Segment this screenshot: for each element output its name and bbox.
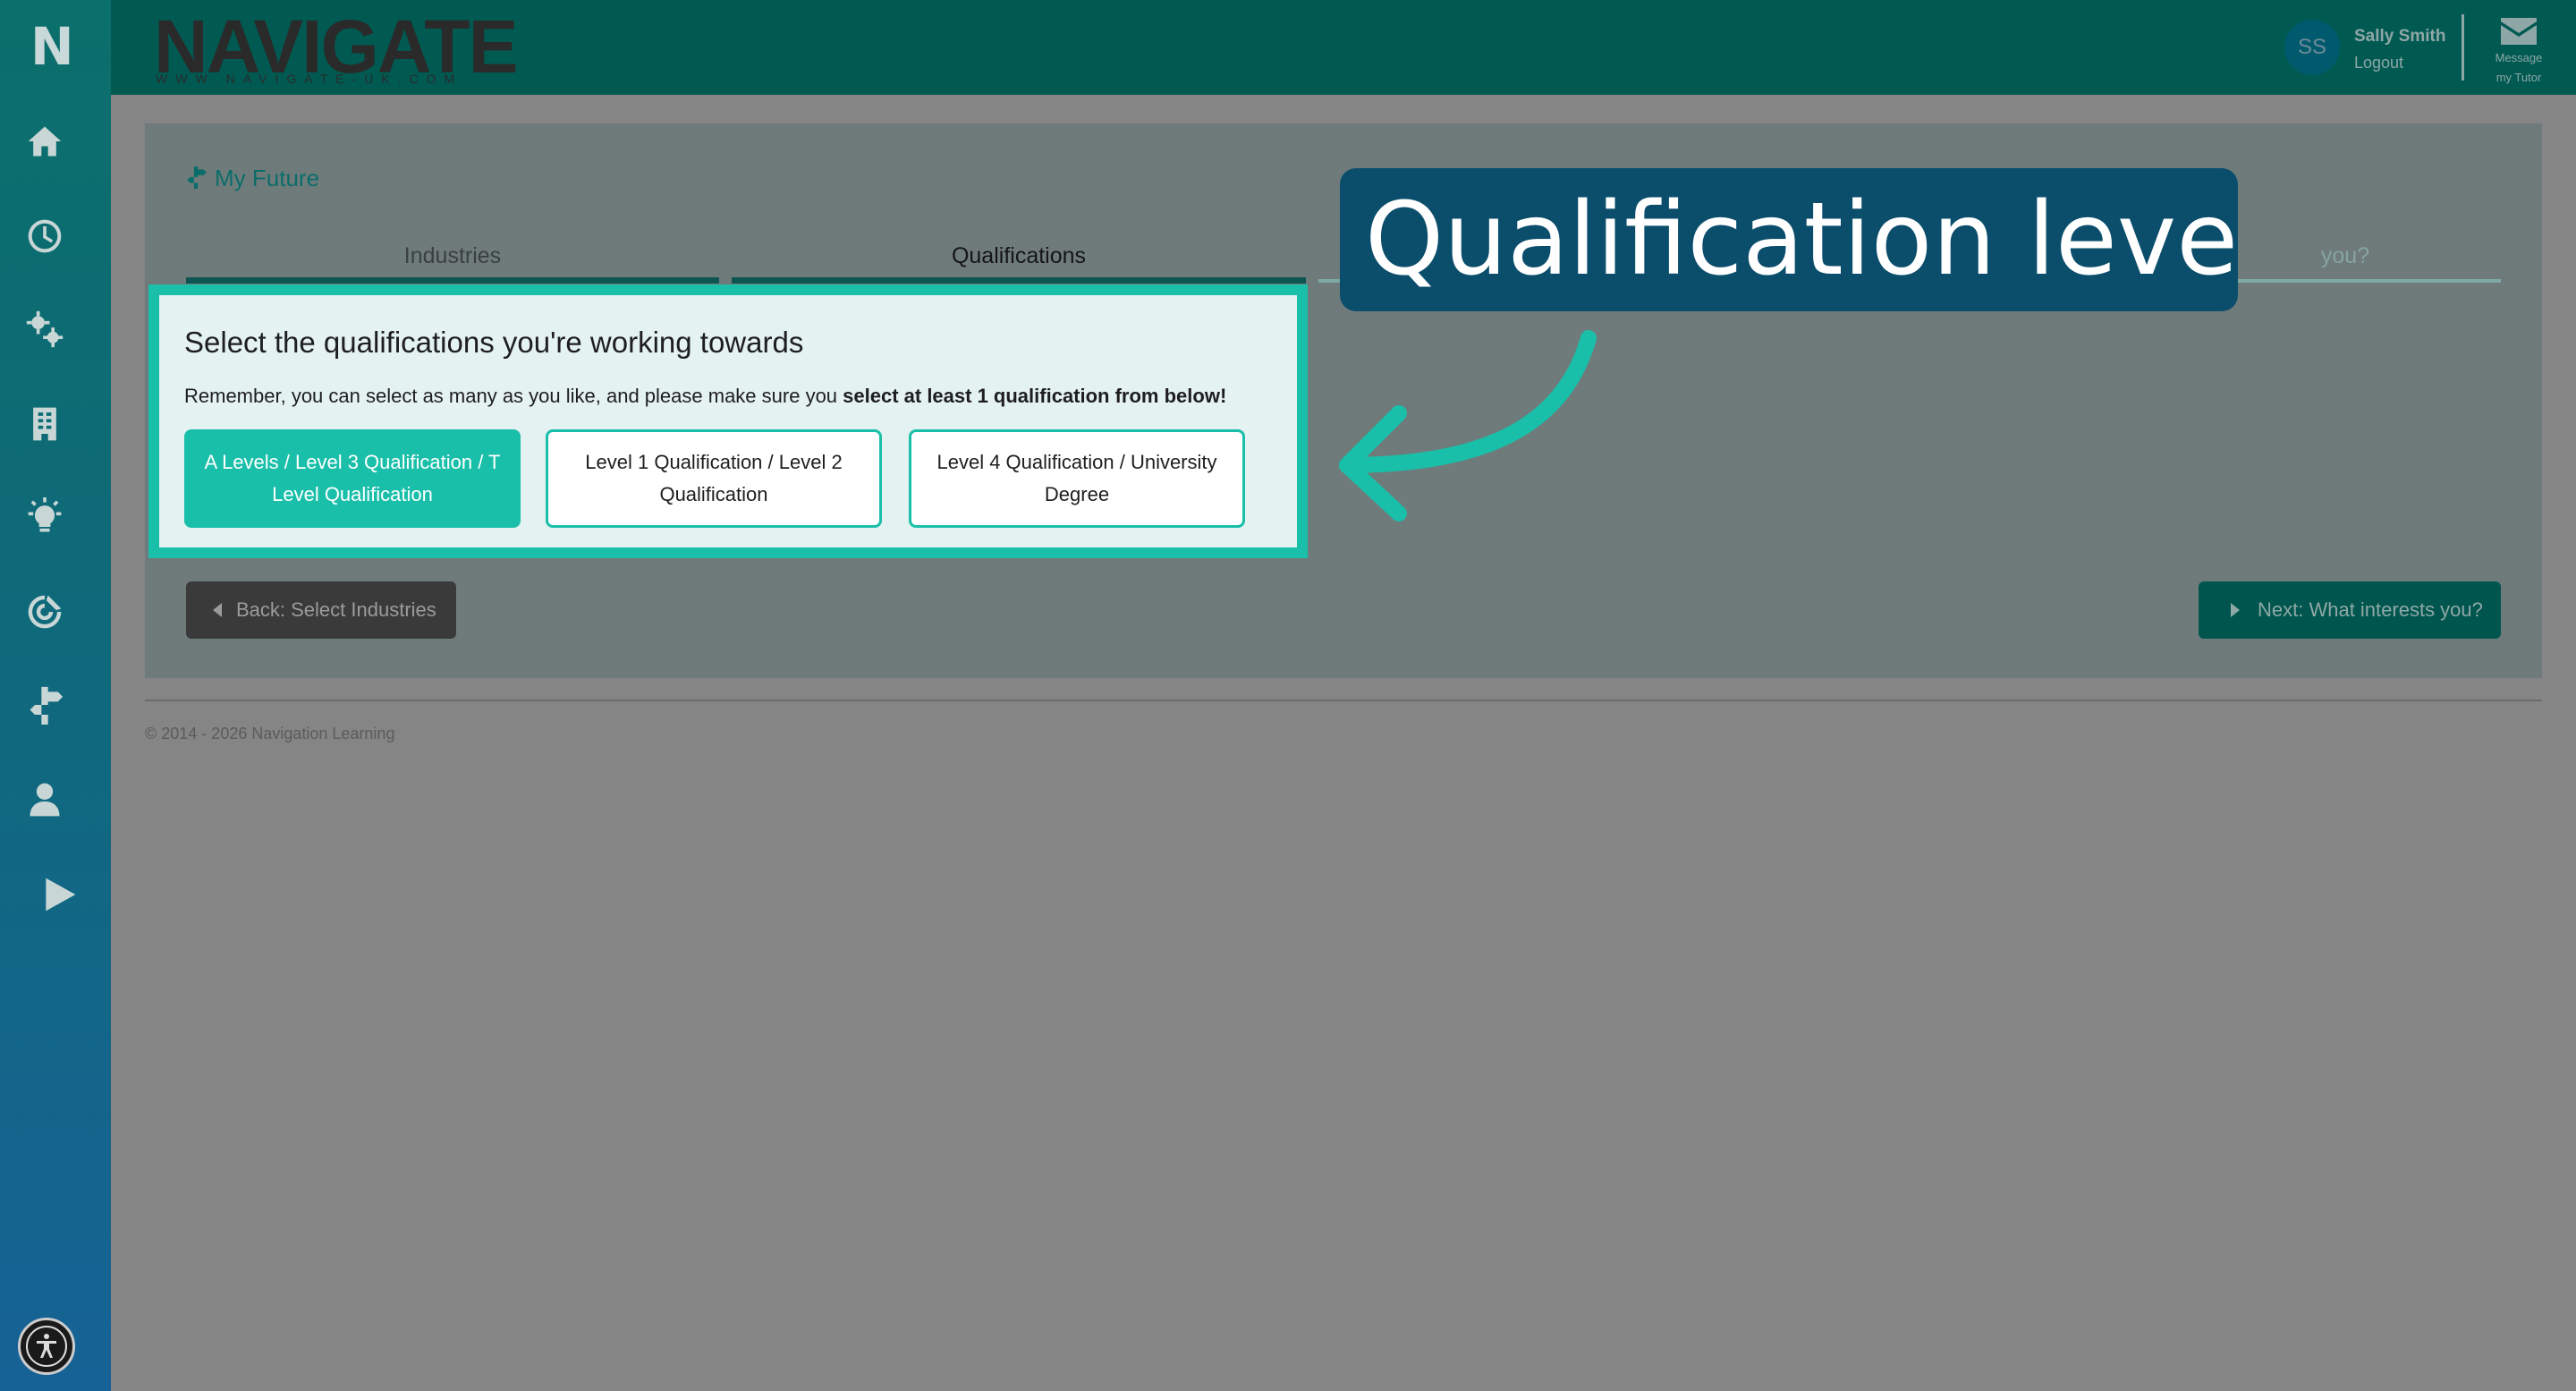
qualification-card: Select the qualifications you're working…	[148, 284, 1308, 558]
callout-label: Qualification level	[1340, 168, 2238, 311]
lightbulb-icon[interactable]	[25, 497, 64, 537]
accessibility-icon	[26, 1326, 67, 1367]
back-button[interactable]: Back: Select Industries	[186, 581, 456, 639]
user-icon[interactable]	[25, 780, 64, 819]
page-title-text: My Future	[215, 165, 320, 191]
footer-copyright: © 2014 - 2026 Navigation Learning	[145, 725, 395, 742]
divider	[2462, 14, 2464, 81]
brand-logo[interactable]: NAVIGATE WWW.NAVIGATE-UK.COM	[111, 0, 519, 95]
qualification-note: Remember, you can select as many as you …	[184, 385, 1226, 408]
next-label: Next: What interests you?	[2258, 598, 2483, 621]
logout-link[interactable]: Logout	[2354, 54, 2403, 72]
signpost-icon[interactable]	[25, 685, 64, 725]
target-icon[interactable]	[25, 592, 64, 632]
home-icon[interactable]	[25, 122, 64, 161]
callout-arrow-icon	[1339, 330, 1597, 522]
play-icon[interactable]	[39, 875, 79, 914]
envelope-icon[interactable]	[2501, 18, 2537, 45]
user-name: Sally Smith	[2354, 27, 2446, 46]
tutor-label: my Tutor	[2496, 71, 2542, 84]
option-label: Level 4 Qualification / University Degre…	[936, 451, 1217, 505]
tab-interests[interactable]: you?	[2229, 243, 2462, 279]
accessibility-button[interactable]	[18, 1318, 75, 1375]
tab-qualifications[interactable]: Qualifications	[732, 243, 1306, 279]
clock-icon[interactable]	[25, 216, 64, 256]
note-text: Remember, you can select as many as you …	[184, 385, 843, 407]
top-bar: NAVIGATE WWW.NAVIGATE-UK.COM SS Sally Sm…	[111, 0, 2576, 95]
note-bold-text: select at least 1 qualification from bel…	[843, 385, 1227, 407]
building-icon[interactable]	[25, 404, 64, 444]
qualification-option-a-levels[interactable]: A Levels / Level 3 Qualification / T Lev…	[184, 429, 521, 528]
caret-left-icon	[213, 603, 222, 617]
sidebar: N	[0, 0, 111, 1391]
page-title: My Future	[184, 165, 319, 192]
message-label: Message	[2495, 51, 2543, 64]
tab-qualifications-bar	[732, 277, 1306, 284]
app-logo[interactable]: N	[30, 16, 80, 77]
back-label: Back: Select Industries	[236, 598, 436, 621]
footer-divider	[145, 700, 2542, 701]
signpost-icon	[187, 166, 207, 189]
avatar[interactable]: SS	[2284, 20, 2340, 75]
tab-industries-bar	[186, 277, 719, 284]
message-tutor-button[interactable]: Message my Tutor	[2479, 48, 2558, 88]
next-button[interactable]: Next: What interests you?	[2199, 581, 2501, 639]
qualification-heading: Select the qualifications you're working…	[184, 326, 804, 359]
caret-right-icon	[2231, 603, 2240, 617]
qualification-option-level-4[interactable]: Level 4 Qualification / University Degre…	[909, 429, 1245, 528]
tab-industries[interactable]: Industries	[186, 243, 719, 279]
option-label: Level 1 Qualification / Level 2 Qualific…	[585, 451, 843, 505]
gears-icon[interactable]	[25, 310, 64, 349]
brand-url: WWW.NAVIGATE-UK.COM	[156, 72, 463, 86]
qualification-option-level-1-2[interactable]: Level 1 Qualification / Level 2 Qualific…	[546, 429, 882, 528]
option-label: A Levels / Level 3 Qualification / T Lev…	[204, 451, 501, 505]
